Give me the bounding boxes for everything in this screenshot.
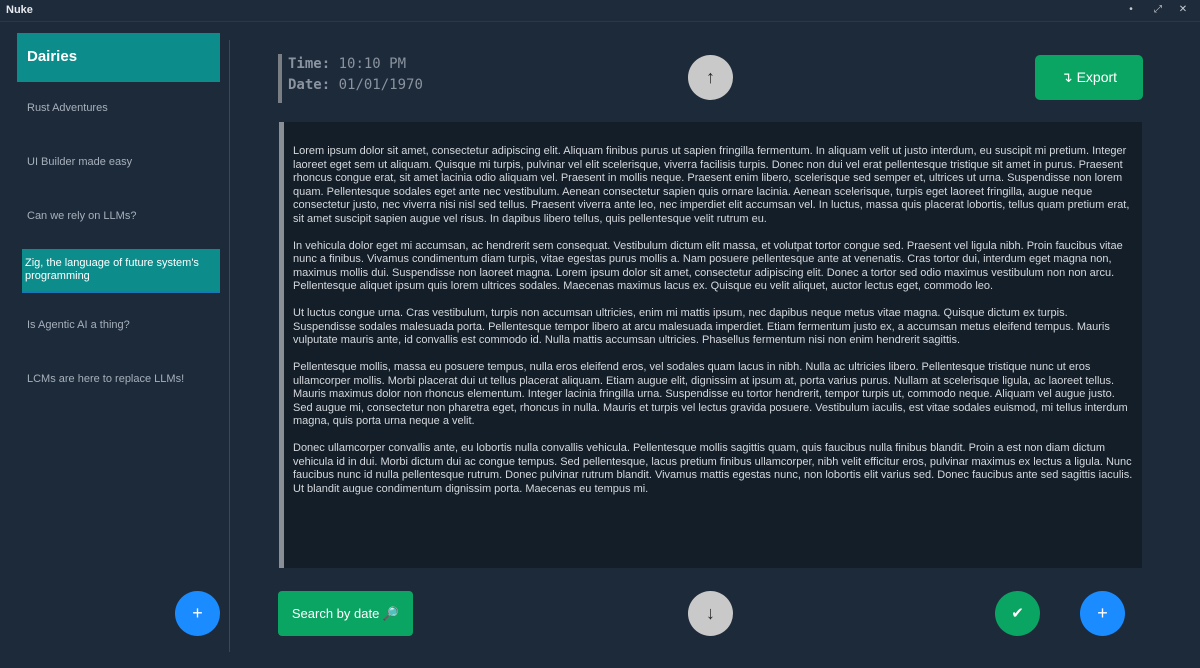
scroll-down-button[interactable]: ↓ <box>688 591 733 636</box>
date-label: Date: <box>288 77 331 93</box>
time-value: 10:10 PM <box>338 56 407 72</box>
entry-paragraph: Lorem ipsum dolor sit amet, consectetur … <box>293 145 1130 225</box>
window-title: Nuke <box>6 4 33 16</box>
entry-content[interactable]: Lorem ipsum dolor sit amet, consectetur … <box>279 122 1142 568</box>
title-bar: Nuke • ⤢ ✕ <box>0 0 1200 22</box>
date-row: Date: 01/01/1970 <box>288 75 478 96</box>
time-row: Time: 10:10 PM <box>288 54 478 75</box>
add-diary-button[interactable]: + <box>175 591 220 636</box>
entry-paragraph: In vehicula dolor eget mi accumsan, ac h… <box>293 239 1123 293</box>
sidebar: Dairies Rust Adventures UI Builder made … <box>0 23 229 668</box>
time-label: Time: <box>288 56 331 72</box>
entry-paragraph: Ut luctus congue urna. Cras vestibulum, … <box>293 307 1110 346</box>
search-by-date-button[interactable]: Search by date 🔎 <box>278 591 413 636</box>
sidebar-divider <box>229 40 230 652</box>
sidebar-item-zig[interactable]: Zig, the language of future system's pro… <box>22 249 220 293</box>
sidebar-item-agentic-ai[interactable]: Is Agentic AI a thing? <box>22 319 220 331</box>
close-icon[interactable]: ✕ <box>1176 3 1190 17</box>
export-button[interactable]: ↴ Export <box>1035 55 1143 100</box>
add-entry-button[interactable]: + <box>1080 591 1125 636</box>
sidebar-item-llms[interactable]: Can we rely on LLMs? <box>22 210 220 222</box>
maximize-icon[interactable]: ⤢ <box>1151 3 1165 17</box>
confirm-button[interactable]: ✔ <box>995 591 1040 636</box>
minimize-icon[interactable]: • <box>1124 3 1138 17</box>
date-value: 01/01/1970 <box>338 77 423 93</box>
scroll-up-button[interactable]: ↑ <box>688 55 733 100</box>
entry-paragraph: Donec ullamcorper convallis ante, eu lob… <box>293 442 1133 495</box>
sidebar-item-rust-adventures[interactable]: Rust Adventures <box>22 102 220 114</box>
sidebar-item-lcms[interactable]: LCMs are here to replace LLMs! <box>22 373 220 385</box>
entry-paragraph: Pellentesque mollis, massa eu posuere te… <box>293 361 1128 427</box>
entry-meta: Time: 10:10 PM Date: 01/01/1970 <box>278 54 478 103</box>
sidebar-header: Dairies <box>17 33 220 82</box>
sidebar-item-ui-builder[interactable]: UI Builder made easy <box>22 156 220 168</box>
